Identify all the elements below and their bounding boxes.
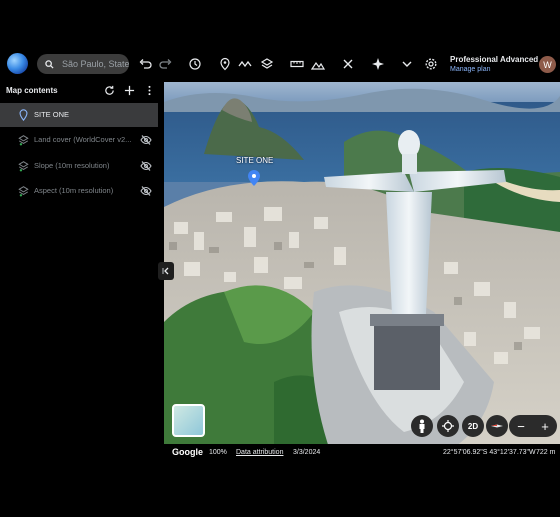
visibility-off-icon[interactable]	[140, 134, 152, 146]
map-3d-view[interactable]: SITE ONE 2D − +	[164, 82, 560, 462]
plan-name: Professional Advanced	[450, 55, 539, 64]
layer-item-land-cover[interactable]: Land cover (WorldCover v2...	[0, 128, 158, 152]
map-contents-panel: Map contents SITE ONE Land cover (WorldC…	[0, 82, 163, 462]
map-pin-icon[interactable]	[248, 170, 260, 186]
elevation-profile-icon[interactable]	[311, 57, 325, 71]
altitude-readout: 722 m	[536, 449, 556, 456]
search-icon	[45, 59, 54, 69]
avatar[interactable]: W	[539, 56, 556, 73]
layers-icon	[18, 135, 29, 146]
plan-info: Professional Advanced Manage plan	[450, 55, 538, 73]
pegman-icon	[419, 419, 425, 433]
chevron-left-icon	[162, 267, 169, 275]
undo-icon[interactable]	[138, 57, 152, 71]
visibility-off-icon[interactable]	[140, 185, 152, 197]
search-input[interactable]	[62, 59, 129, 69]
search-box[interactable]	[37, 54, 129, 74]
data-attribution-link[interactable]: Data attribution	[236, 449, 283, 456]
compass-button[interactable]	[486, 415, 508, 437]
panel-title: Map contents	[6, 86, 58, 95]
manage-plan-link[interactable]: Manage plan	[450, 66, 538, 73]
layers-icon[interactable]	[260, 57, 274, 71]
add-icon[interactable]	[123, 84, 135, 96]
draw-path-icon[interactable]	[238, 57, 252, 71]
earth-logo-icon[interactable]	[7, 53, 28, 74]
layers-icon	[18, 186, 29, 197]
settings-gear-icon[interactable]	[424, 57, 438, 71]
imagery-date: 3/3/2024	[293, 449, 321, 456]
redo-icon[interactable]	[159, 57, 173, 71]
layers-icon	[18, 161, 29, 172]
layer-item-site-one[interactable]: SITE ONE	[0, 103, 158, 127]
layer-item-slope[interactable]: Slope (10m resolution)	[0, 154, 158, 178]
zoom-level: 100%	[209, 449, 227, 456]
refresh-icon[interactable]	[103, 84, 115, 96]
layer-item-aspect[interactable]: Aspect (10m resolution)	[0, 179, 158, 203]
status-bar: Google 100% Data attribution 3/3/2024 22…	[164, 444, 560, 462]
coordinates-readout: 22°57'06.92"S 43°12'37.73"W	[443, 449, 536, 456]
chevron-down-icon[interactable]	[400, 57, 414, 71]
zoom-controls: − +	[509, 415, 557, 437]
map-pin-icon	[19, 109, 28, 121]
street-view-pegman-button[interactable]	[411, 415, 433, 437]
zoom-out-button[interactable]: −	[517, 419, 525, 434]
site-one-map-label: SITE ONE	[236, 156, 274, 165]
top-toolbar: Professional Advanced Manage plan W	[0, 48, 560, 82]
aerial-imagery	[164, 82, 560, 462]
google-logo: Google	[172, 447, 203, 457]
panel-actions	[103, 84, 155, 96]
crosshair-icon	[442, 420, 454, 432]
toggle-2d-button[interactable]: 2D	[462, 415, 484, 437]
layer-label: SITE ONE	[34, 110, 70, 119]
layer-label: Aspect (10m resolution)	[34, 186, 114, 195]
layer-label: Land cover (WorldCover v2...	[34, 135, 132, 144]
sparkle-icon[interactable]	[371, 57, 385, 71]
collapse-panel-handle[interactable]	[158, 262, 174, 280]
ruler-icon[interactable]	[290, 57, 304, 71]
my-location-button[interactable]	[437, 415, 459, 437]
more-vert-icon[interactable]	[143, 84, 155, 96]
zoom-in-button[interactable]: +	[541, 419, 549, 434]
tools-icon[interactable]	[341, 57, 355, 71]
add-placemark-icon[interactable]	[218, 57, 232, 71]
history-icon[interactable]	[188, 57, 202, 71]
visibility-off-icon[interactable]	[140, 160, 152, 172]
compass-icon	[491, 424, 503, 428]
map-style-thumbnail[interactable]	[172, 404, 205, 437]
layer-label: Slope (10m resolution)	[34, 161, 110, 170]
